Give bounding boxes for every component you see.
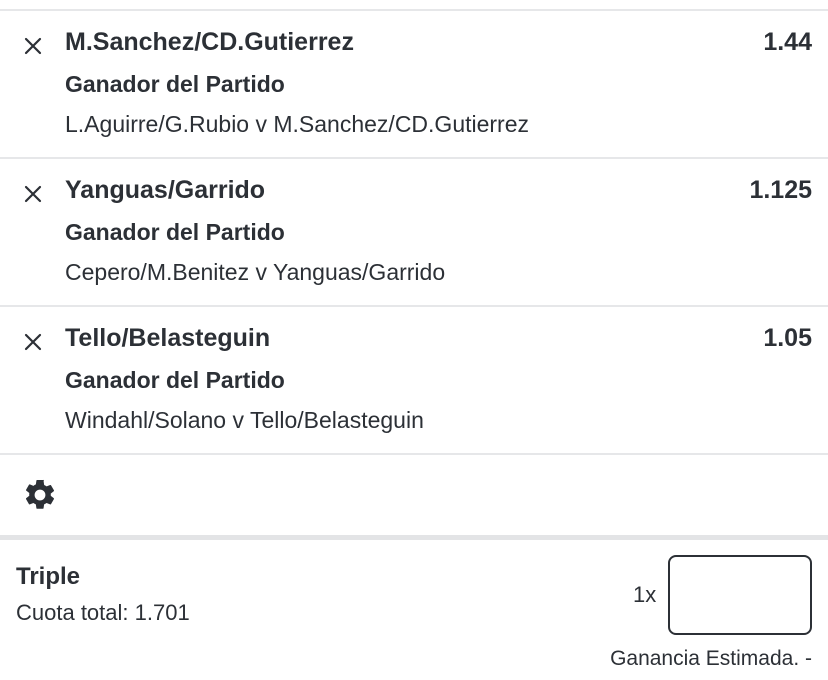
total-odds: Cuota total: 1.701 xyxy=(16,600,190,625)
selection-name: Yanguas/Garrido xyxy=(65,176,266,204)
close-icon xyxy=(24,333,42,351)
selection-item: Tello/Belasteguin 1.05 Ganador del Parti… xyxy=(0,307,828,455)
bet-type-label: Triple xyxy=(16,563,81,590)
remove-selection-button[interactable] xyxy=(20,33,46,59)
selection-market: Ganador del Partido xyxy=(65,219,285,245)
selection-item: M.Sanchez/CD.Gutierrez 1.44 Ganador del … xyxy=(0,11,828,159)
bet-selections-list: M.Sanchez/CD.Gutierrez 1.44 Ganador del … xyxy=(0,11,828,455)
close-icon xyxy=(24,37,42,55)
stake-input[interactable] xyxy=(668,555,812,635)
selection-odds: 1.05 xyxy=(763,324,812,352)
close-icon xyxy=(24,185,42,203)
settings-button[interactable] xyxy=(22,477,58,513)
estimated-winnings: Ganancia Estimada. - xyxy=(610,647,812,670)
remove-selection-button[interactable] xyxy=(20,181,46,207)
selection-market: Ganador del Partido xyxy=(65,367,285,393)
gear-icon xyxy=(25,479,55,509)
selection-event: L.Aguirre/G.Rubio v M.Sanchez/CD.Gutierr… xyxy=(65,111,530,137)
selection-market: Ganador del Partido xyxy=(65,71,285,97)
selection-odds: 1.125 xyxy=(749,176,812,204)
stake-multiplier: 1x xyxy=(633,582,657,607)
selection-name: M.Sanchez/CD.Gutierrez xyxy=(65,28,354,56)
section-divider xyxy=(0,535,828,540)
remove-selection-button[interactable] xyxy=(20,329,46,355)
settings-row xyxy=(0,455,828,535)
selection-name: Tello/Belasteguin xyxy=(65,324,271,352)
selection-event: Cepero/M.Benitez v Yanguas/Garrido xyxy=(65,259,446,285)
selection-event: Windahl/Solano v Tello/Belasteguin xyxy=(65,407,424,433)
selection-item: Yanguas/Garrido 1.125 Ganador del Partid… xyxy=(0,159,828,307)
selection-odds: 1.44 xyxy=(763,28,812,56)
